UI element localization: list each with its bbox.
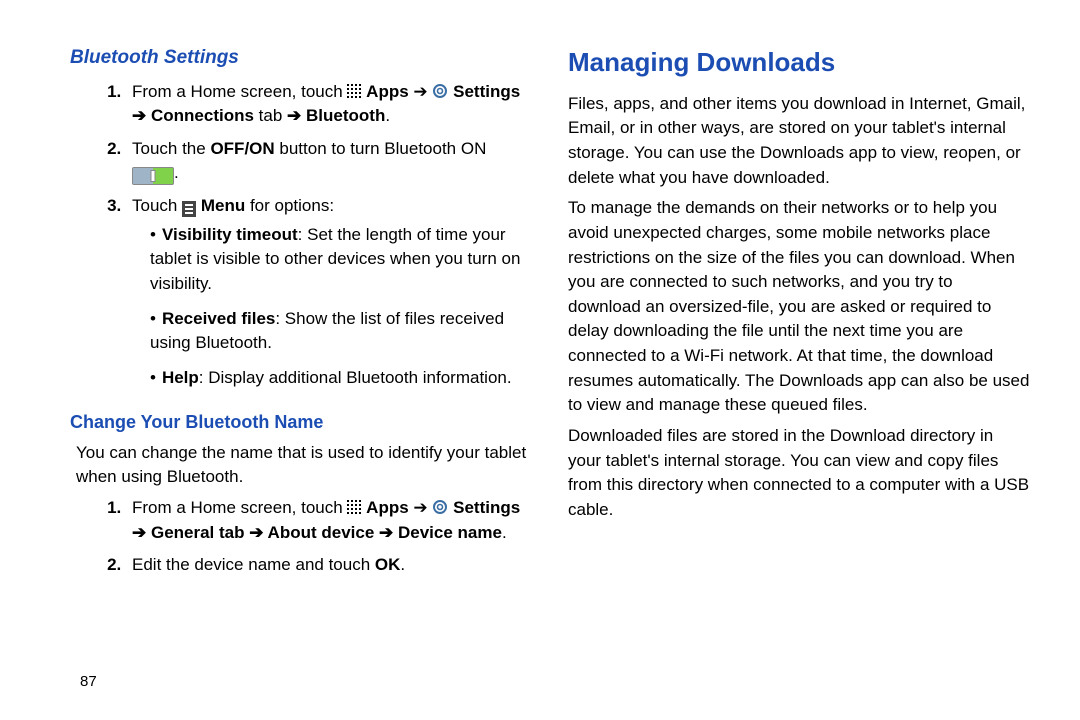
step-1: From a Home screen, touch Apps ➔ Setting… (126, 80, 532, 129)
downloads-p1: Files, apps, and other items you downloa… (568, 92, 1030, 191)
menu-icon (182, 201, 196, 217)
s2-b: button to turn Bluetooth ON (275, 139, 487, 158)
b3-label: Help (162, 368, 199, 387)
cn-s1-line2: ➔ General tab ➔ About device ➔ Device na… (132, 523, 502, 542)
downloads-p3: Downloaded files are stored in the Downl… (568, 424, 1030, 523)
toggle-on-icon (132, 167, 174, 185)
label-offon: OFF/ON (210, 139, 274, 158)
s3-a: Touch (132, 196, 182, 215)
downloads-p2: To manage the demands on their networks … (568, 196, 1030, 418)
label-settings: Settings (453, 498, 520, 517)
page-number: 87 (80, 673, 97, 690)
step-2: Touch the OFF/ON button to turn Bluetoot… (126, 137, 532, 186)
cn-s2-a: Edit the device name and touch (132, 555, 375, 574)
bullet-help: Help: Display additional Bluetooth infor… (150, 366, 532, 391)
left-column: Bluetooth Settings From a Home screen, t… (70, 40, 532, 700)
b3-rest: : Display additional Bluetooth informati… (199, 368, 512, 387)
change-name-steps: From a Home screen, touch Apps ➔ Setting… (70, 496, 532, 578)
cn-step-2: Edit the device name and touch OK. (126, 553, 532, 578)
apps-icon (347, 84, 361, 98)
label-settings: Settings (453, 82, 520, 101)
bullet-visibility: Visibility timeout: Set the length of ti… (150, 223, 532, 297)
apps-icon (347, 500, 361, 514)
label-apps: Apps (366, 498, 409, 517)
heading-managing-downloads: Managing Downloads (568, 44, 1030, 82)
heading-change-bt-name: Change Your Bluetooth Name (70, 409, 532, 435)
s3-b: for options: (245, 196, 334, 215)
cn-s1-a: From a Home screen, touch (132, 498, 343, 517)
label-tab: tab (254, 106, 287, 125)
label-menu: Menu (201, 196, 245, 215)
b2-label: Received files (162, 309, 275, 328)
arrow3: ➔ (287, 106, 301, 125)
label-connections: Connections (151, 106, 254, 125)
arrow2: ➔ (132, 106, 146, 125)
arrow: ➔ (413, 82, 427, 101)
cn-step-1: From a Home screen, touch Apps ➔ Setting… (126, 496, 532, 545)
gear-icon (432, 83, 448, 99)
bullet-received: Received files: Show the list of files r… (150, 307, 532, 356)
label-ok: OK (375, 555, 401, 574)
b1-label: Visibility timeout (162, 225, 298, 244)
s2-a: Touch the (132, 139, 210, 158)
step-3: Touch Menu for options: Visibility timeo… (126, 194, 532, 390)
arrow: ➔ (413, 498, 427, 517)
bt-settings-steps: From a Home screen, touch Apps ➔ Setting… (70, 80, 532, 391)
heading-bluetooth-settings: Bluetooth Settings (70, 44, 532, 72)
menu-options-list: Visibility timeout: Set the length of ti… (132, 223, 532, 391)
label-apps: Apps (366, 82, 409, 101)
manual-page: Bluetooth Settings From a Home screen, t… (0, 0, 1080, 720)
step1-text-a: From a Home screen, touch (132, 82, 343, 101)
right-column: Managing Downloads Files, apps, and othe… (568, 40, 1030, 700)
label-bluetooth: Bluetooth (306, 106, 385, 125)
gear-icon (432, 499, 448, 515)
change-name-desc: You can change the name that is used to … (76, 441, 532, 490)
